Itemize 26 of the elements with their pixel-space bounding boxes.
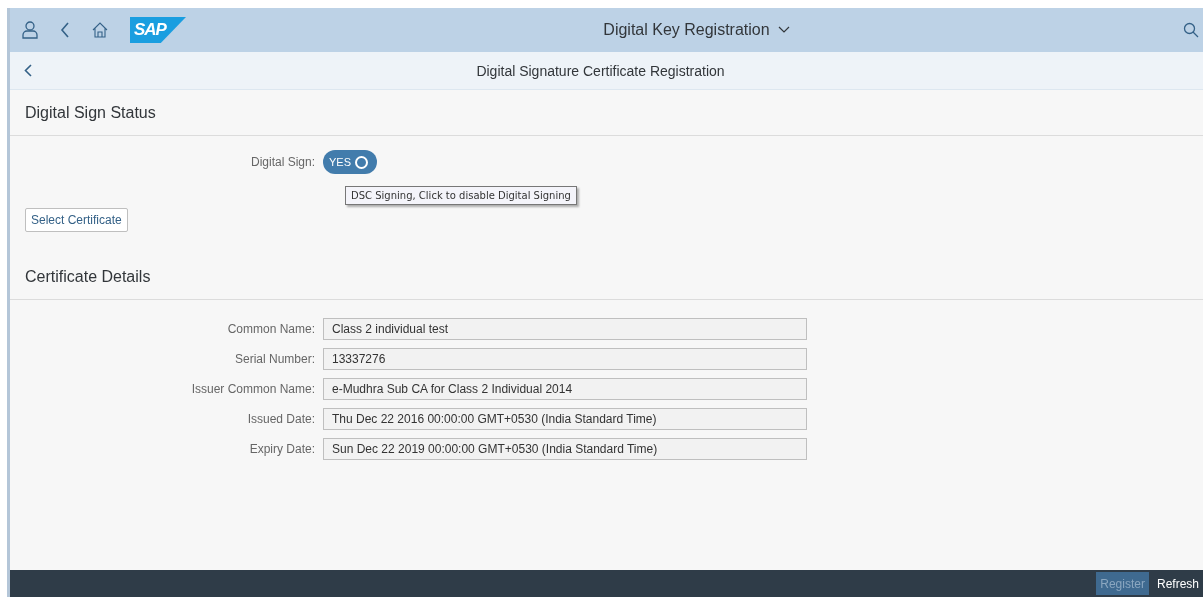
input-field[interactable]: Sun Dec 22 2019 00:00:00 GMT+0530 (India Standard Time)	[323, 438, 807, 460]
chevron-down-icon	[777, 26, 790, 34]
field-label: Common Name:	[226, 322, 316, 336]
back-icon[interactable]	[60, 22, 70, 38]
input-field[interactable]: Thu Dec 22 2016 00:00:00 GMT+0530 (India Standard Time)	[323, 408, 807, 430]
field-label: Expiry Date:	[248, 442, 316, 456]
input-field[interactable]: e-Mudhra Sub CA for Class 2 Individual 2014	[323, 378, 807, 400]
page-title: Digital Signature Certificate Registration	[475, 62, 726, 79]
select-certificate-button[interactable]: Select Certificate	[25, 208, 128, 232]
tooltip: DSC Signing, Click to disable Digital Signing	[345, 186, 577, 205]
search-icon[interactable]	[1183, 22, 1199, 38]
footer-button[interactable]: Refresh	[1152, 572, 1203, 595]
section-title: Certificate Details	[10, 254, 1203, 300]
back-icon[interactable]	[24, 64, 32, 77]
logo: SAP	[130, 17, 186, 43]
user-icon[interactable]	[22, 21, 38, 39]
field-label: Issued Date:	[246, 412, 316, 426]
input-field[interactable]: 13337276	[323, 348, 807, 370]
input-field[interactable]: Class 2 individual test	[323, 318, 807, 340]
app-title-menu[interactable]: Digital Key Registration	[402, 21, 991, 39]
section-title: Digital Sign Status	[10, 90, 1203, 136]
field-label: Serial Number:	[233, 352, 316, 366]
home-icon[interactable]	[92, 22, 108, 38]
field-label: Issuer Common Name:	[190, 382, 316, 396]
field-label: Digital Sign:	[249, 155, 316, 169]
digital-sign-switch[interactable]: YES	[323, 150, 377, 174]
